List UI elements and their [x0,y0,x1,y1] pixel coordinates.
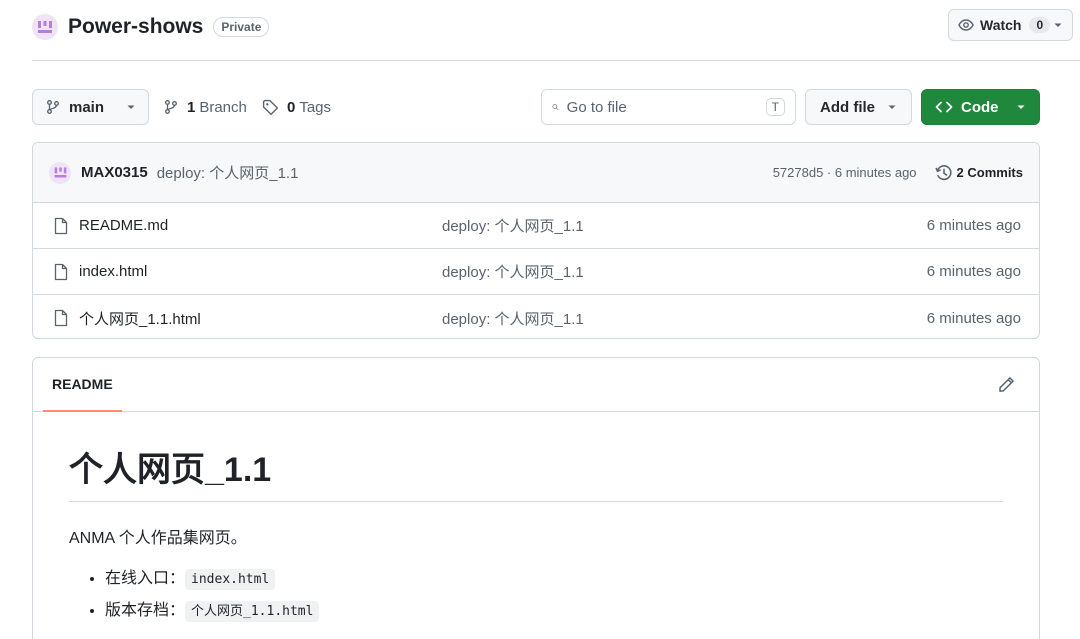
commit-message[interactable]: deploy: 个人网页_1.1 [157,162,299,183]
readme-list: 在线入口：index.html 版本存档：个人网页_1.1.html [69,564,1003,622]
eye-icon [958,19,974,31]
add-file-label: Add file [820,98,875,116]
add-file-button[interactable]: Add file [805,89,912,125]
inline-code: 个人网页_1.1.html [185,600,320,622]
chevron-down-icon [1017,105,1025,109]
readme-description: ANMA 个人作品集网页。 [69,529,247,547]
file-commit-message[interactable]: deploy: 个人网页_1.1 [442,308,927,329]
go-to-file-search[interactable]: T [541,89,796,125]
file-commit-time: 6 minutes ago [926,217,1021,234]
file-row[interactable]: 个人网页_1.1.html deploy: 个人网页_1.1 6 minutes… [33,295,1039,338]
search-icon [552,104,559,111]
branch-selector-button[interactable]: main [32,89,149,125]
file-browser: MAX0315 deploy: 个人网页_1.1 57278d5 · 6 min… [32,142,1040,339]
inline-code: index.html [185,568,276,590]
list-item-label: 在线入口： [105,569,186,587]
watch-label: Watch [980,17,1022,33]
file-row[interactable]: index.html deploy: 个人网页_1.1 6 minutes ag… [33,249,1039,295]
file-commit-time: 6 minutes ago [926,263,1021,280]
git-branch-icon [165,100,177,114]
readme-content: 个人网页_1.1 ANMA 个人作品集网页。 在线入口：index.html 版… [33,450,1039,622]
file-icon [54,263,68,280]
header-divider [32,60,1080,61]
chevron-down-icon [127,105,135,109]
file-name[interactable]: 个人网页_1.1.html [79,308,442,329]
chevron-down-icon [1054,23,1062,27]
latest-commit-row: MAX0315 deploy: 个人网页_1.1 57278d5 · 6 min… [33,143,1039,203]
file-row[interactable]: README.md deploy: 个人网页_1.1 6 minutes ago [33,203,1039,249]
keyboard-shortcut-hint: T [765,98,785,116]
code-brackets-icon [935,101,953,113]
commits-history-link[interactable]: 2 Commits [934,164,1023,182]
tags-label: Tags [299,98,332,116]
readme-title: 个人网页_1.1 [69,450,1003,502]
branches-count: 1 [187,98,196,116]
tag-icon [262,99,279,115]
file-name[interactable]: index.html [79,263,442,280]
commits-count-label: 2 Commits [956,165,1023,180]
go-to-file-input[interactable] [566,98,766,116]
repo-page: Power-shows Private Watch 0 main 1 Branc… [0,0,1080,639]
watch-count: 0 [1029,17,1051,33]
watch-button[interactable]: Watch 0 [948,9,1073,41]
identicon-icon [54,167,66,178]
readme-panel: README 个人网页_1.1 ANMA 个人作品集网页。 在线入口：index… [32,357,1040,639]
repo-owner-avatar[interactable] [32,14,58,40]
file-icon [54,217,68,234]
tab-readme[interactable]: README [43,358,122,412]
list-item: 版本存档：个人网页_1.1.html [105,596,1003,622]
author-avatar[interactable] [49,161,71,184]
identicon-icon [38,21,52,33]
list-item-label: 版本存档： [105,601,186,619]
commit-hash-time[interactable]: 57278d5 · 6 minutes ago [773,165,917,180]
edit-readme-button[interactable] [998,376,1015,398]
file-commit-message[interactable]: deploy: 个人网页_1.1 [442,261,927,282]
code-label: Code [961,98,999,116]
commit-author[interactable]: MAX0315 [81,164,148,181]
branches-label: Branch [199,98,247,116]
chevron-down-icon [888,105,896,109]
code-button[interactable]: Code [921,89,1040,125]
visibility-badge: Private [213,17,270,37]
file-commit-time: 6 minutes ago [926,309,1021,327]
tags-link[interactable]: 0 Tags [262,89,331,125]
pencil-icon [999,377,1014,392]
file-icon [54,309,68,327]
git-branch-icon [47,100,59,114]
file-commit-message[interactable]: deploy: 个人网页_1.1 [442,215,927,236]
list-item: 在线入口：index.html [105,564,1003,590]
tags-count: 0 [287,98,296,116]
history-icon [934,164,952,180]
branches-link[interactable]: 1 Branch [163,89,247,125]
repo-header: Power-shows Private [32,10,270,44]
branch-name: main [69,98,105,116]
readme-header: README [33,358,1039,412]
repo-name[interactable]: Power-shows [68,15,203,39]
file-name[interactable]: README.md [79,217,442,234]
